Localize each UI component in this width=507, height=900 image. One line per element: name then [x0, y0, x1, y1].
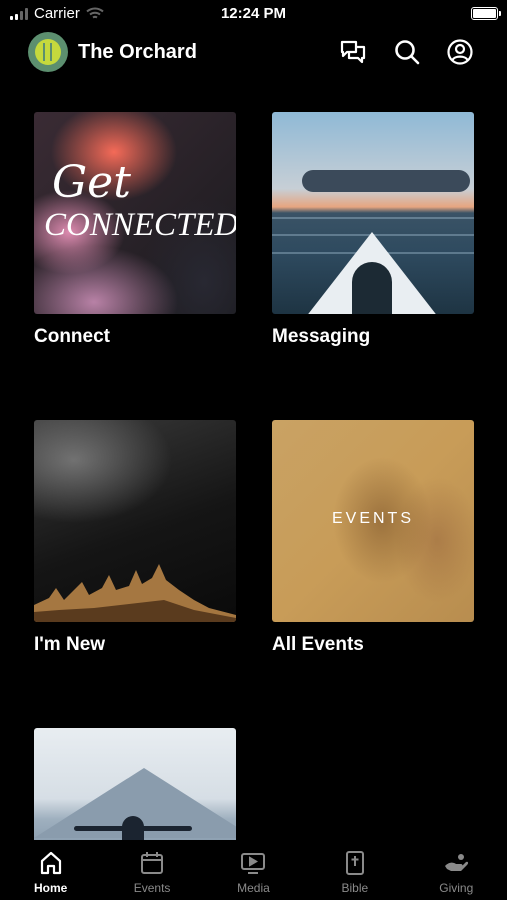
calendar-icon: [141, 852, 164, 874]
tile-label-messaging: Messaging: [272, 326, 371, 347]
connect-image-text-get: Get: [52, 157, 131, 208]
bible-icon: [345, 851, 364, 875]
home-icon: [40, 851, 61, 875]
app-header: The Orchard: [0, 30, 507, 76]
messages-icon[interactable]: [339, 38, 367, 66]
tab-giving[interactable]: Giving: [406, 840, 507, 900]
giving-hand-icon: [445, 854, 469, 871]
tab-home[interactable]: Home: [0, 840, 101, 900]
tile-messaging[interactable]: Messaging: [272, 112, 474, 348]
tab-label-bible: Bible: [341, 881, 369, 895]
tab-bible[interactable]: Bible: [304, 840, 405, 900]
tab-label-giving: Giving: [439, 881, 474, 895]
battery-icon: [471, 7, 501, 20]
connect-image-text-connected: CONNECTED: [44, 207, 236, 243]
tab-label-media: Media: [237, 881, 270, 895]
tab-label-events: Events: [133, 881, 171, 895]
connect-image: Get CONNECTED: [34, 112, 236, 314]
status-bar: Carrier 12:24 PM: [0, 0, 507, 28]
tab-bar: Home Events Media Bible Giving: [0, 840, 507, 900]
mountain-image: [34, 728, 236, 840]
tab-events[interactable]: Events: [101, 840, 202, 900]
clock: 12:24 PM: [220, 5, 287, 22]
tile-im-new[interactable]: I'm New: [34, 420, 236, 656]
events-image-text: EVENTS: [331, 510, 414, 527]
scroll-clip: [0, 728, 507, 840]
profile-icon[interactable]: [446, 38, 474, 66]
tile-all-events[interactable]: EVENTS All Events: [272, 420, 474, 656]
im-new-image: [34, 420, 236, 622]
tile-label-connect: Connect: [34, 326, 110, 347]
tile-connect[interactable]: Get CONNECTED Connect: [34, 112, 236, 348]
tv-play-icon: [241, 853, 266, 874]
tab-media[interactable]: Media: [203, 840, 304, 900]
church-logo[interactable]: [28, 32, 68, 72]
all-events-image: EVENTS: [272, 420, 474, 622]
search-icon[interactable]: [393, 38, 421, 66]
messaging-image: [272, 112, 474, 314]
tile-partial[interactable]: [34, 728, 236, 840]
tab-label-home: Home: [34, 881, 68, 895]
tile-label-all-events: All Events: [272, 634, 364, 655]
app-title: The Orchard: [78, 41, 197, 63]
tile-label-im-new: I'm New: [34, 634, 106, 655]
